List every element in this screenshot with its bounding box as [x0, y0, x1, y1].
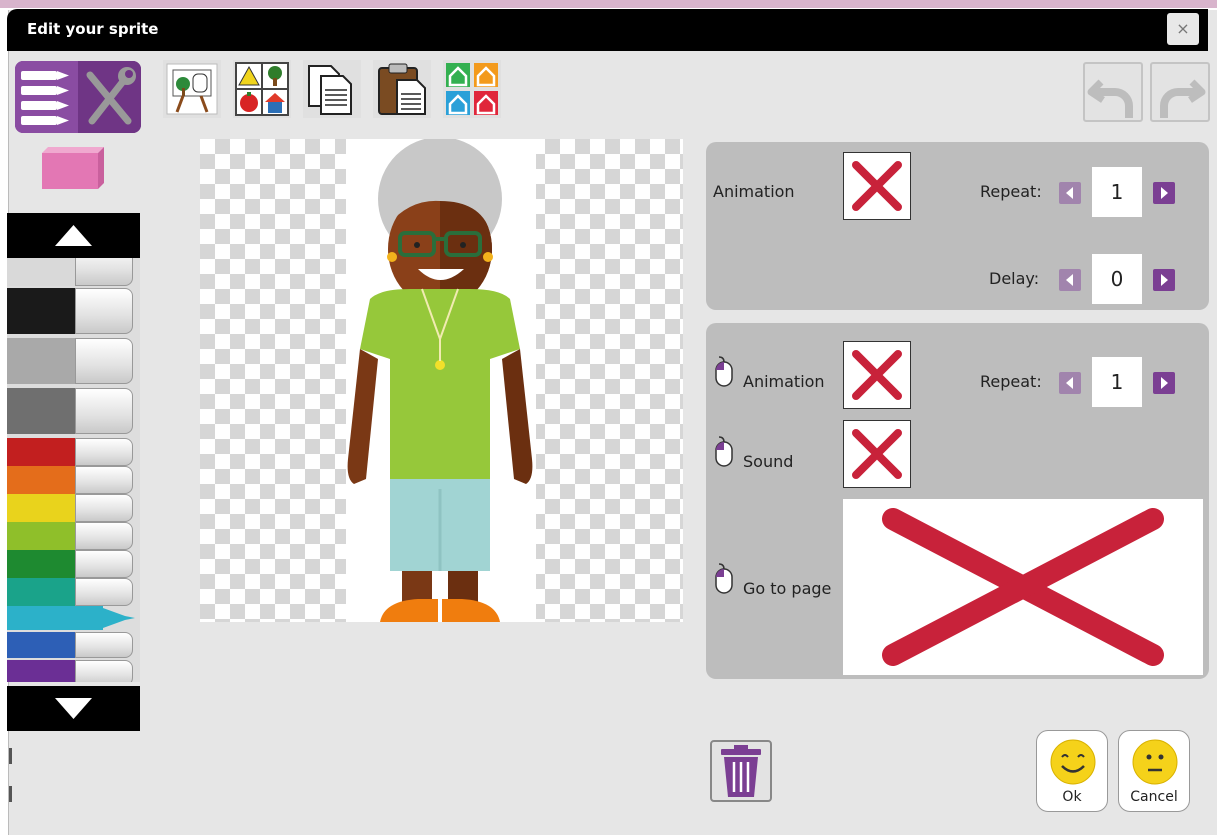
- delay-value[interactable]: 0: [1092, 254, 1142, 304]
- close-button[interactable]: ×: [1167, 13, 1199, 45]
- cancel-button[interactable]: Cancel: [1118, 730, 1190, 812]
- ok-button[interactable]: Ok: [1036, 730, 1108, 812]
- goto-page-label: Go to page: [743, 579, 832, 598]
- pen-swatch[interactable]: [7, 660, 135, 682]
- repeat-value[interactable]: 1: [1092, 167, 1142, 217]
- shapes-library-icon[interactable]: [233, 60, 291, 118]
- goto-page-picker[interactable]: [843, 499, 1203, 675]
- repeat-label: Repeat:: [980, 182, 1042, 201]
- pen-swatch[interactable]: [7, 522, 135, 550]
- top-border: [0, 0, 1217, 8]
- click-repeat-label: Repeat:: [980, 372, 1042, 391]
- pen-swatch-selected[interactable]: [7, 606, 135, 630]
- click-action-panel: Animation Repeat: 1 Sound Go to page: [706, 323, 1209, 679]
- pen-swatch[interactable]: [7, 550, 135, 578]
- delay-label: Delay:: [989, 269, 1040, 288]
- sound-picker[interactable]: [843, 420, 911, 488]
- edge-marker: [9, 786, 12, 802]
- delay-increment-button[interactable]: [1153, 269, 1175, 291]
- repeat-decrement-button[interactable]: [1059, 182, 1081, 204]
- eraser-icon[interactable]: [34, 145, 104, 190]
- markers-mode-icon[interactable]: [15, 61, 78, 133]
- neutral-face-icon: [1132, 739, 1178, 785]
- sound-label: Sound: [743, 452, 794, 471]
- animation-panel: Animation Repeat: 1 Delay: 0: [706, 142, 1209, 310]
- edge-marker: [9, 748, 12, 764]
- pen-swatch[interactable]: [7, 632, 135, 658]
- trash-icon: [721, 745, 761, 797]
- pen-swatch[interactable]: [7, 438, 135, 466]
- pen-swatch[interactable]: [7, 578, 135, 606]
- none-x-icon: [852, 161, 902, 211]
- click-repeat-increment-button[interactable]: [1153, 372, 1175, 394]
- animation-label: Animation: [713, 182, 795, 201]
- title-bar: Edit your sprite: [7, 9, 1208, 51]
- animation-picker[interactable]: [843, 152, 911, 220]
- happy-face-icon: [1050, 739, 1096, 785]
- sprite-canvas[interactable]: [200, 139, 683, 622]
- copy-icon[interactable]: [303, 60, 361, 118]
- mouse-click-icon: [715, 563, 733, 594]
- pen-swatch[interactable]: [7, 466, 135, 494]
- mouse-click-icon: [715, 356, 733, 387]
- pen-swatch[interactable]: [7, 288, 135, 334]
- cancel-label: Cancel: [1130, 789, 1178, 805]
- tool-mode-toggle[interactable]: [15, 61, 141, 133]
- delay-decrement-button[interactable]: [1059, 269, 1081, 291]
- click-animation-picker[interactable]: [843, 341, 911, 409]
- pen-swatch[interactable]: [7, 494, 135, 522]
- pen-palette: [7, 258, 140, 682]
- scroll-down-button[interactable]: [7, 686, 140, 731]
- mouse-click-icon: [715, 436, 733, 467]
- window-title: Edit your sprite: [27, 20, 159, 38]
- sprite-image: [347, 139, 533, 622]
- none-x-icon: [852, 350, 902, 400]
- none-x-icon: [852, 429, 902, 479]
- undo-button[interactable]: [1083, 62, 1143, 122]
- pen-swatch[interactable]: [7, 388, 135, 434]
- tools-mode-icon[interactable]: [78, 61, 141, 133]
- scroll-up-button[interactable]: [7, 213, 140, 258]
- pen-swatch[interactable]: [7, 258, 135, 286]
- background-picker-icon[interactable]: [163, 60, 221, 118]
- ok-label: Ok: [1062, 789, 1082, 805]
- repeat-increment-button[interactable]: [1153, 182, 1175, 204]
- click-animation-label: Animation: [743, 372, 825, 391]
- click-repeat-decrement-button[interactable]: [1059, 372, 1081, 394]
- paste-icon[interactable]: [373, 60, 431, 118]
- none-x-icon: [882, 508, 1164, 666]
- delete-button[interactable]: [710, 740, 772, 802]
- flip-frames-icon[interactable]: [443, 60, 501, 118]
- redo-button[interactable]: [1150, 62, 1210, 122]
- click-repeat-value[interactable]: 1: [1092, 357, 1142, 407]
- pen-swatch[interactable]: [7, 338, 135, 384]
